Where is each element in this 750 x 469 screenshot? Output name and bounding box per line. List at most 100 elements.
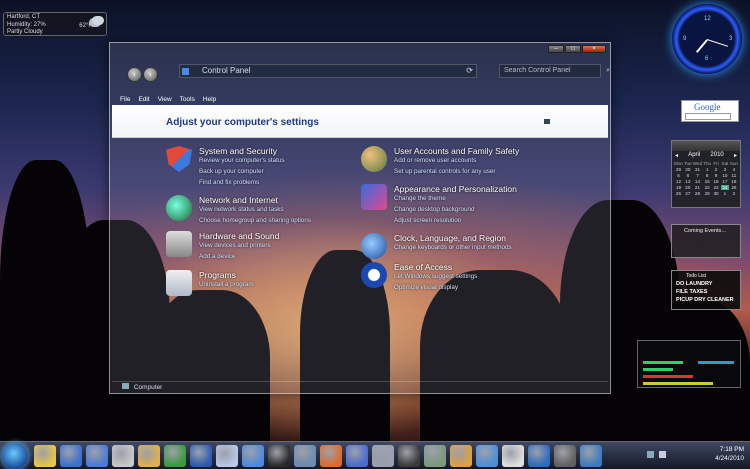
prev-month-icon[interactable]: ◂ bbox=[675, 152, 678, 159]
view-by-icon[interactable] bbox=[544, 119, 550, 124]
taskbar-app-icon[interactable] bbox=[580, 445, 602, 467]
calendar-day[interactable]: 29 bbox=[674, 167, 683, 172]
calendar-day[interactable]: 20 bbox=[684, 185, 692, 190]
menu-help[interactable]: Help bbox=[203, 94, 216, 105]
category-title[interactable]: User Accounts and Family Safety bbox=[394, 146, 519, 156]
calendar-day[interactable]: 19 bbox=[674, 185, 683, 190]
todo-item[interactable]: DO LAUNDRY bbox=[672, 280, 740, 288]
coming-events-gadget[interactable]: Coming Events... bbox=[671, 224, 741, 258]
calendar-day[interactable]: 8 bbox=[703, 173, 711, 178]
calendar-day[interactable]: 13 bbox=[684, 179, 692, 184]
taskbar-app-icon[interactable] bbox=[450, 445, 472, 467]
category-link[interactable]: Change the theme bbox=[394, 195, 446, 202]
category-title[interactable]: Ease of Access bbox=[394, 262, 452, 272]
weather-gadget[interactable]: Hartford, CT Humidity: 27% Partly Cloudy… bbox=[3, 12, 107, 36]
forward-button[interactable]: › bbox=[143, 67, 158, 82]
taskbar-app-icon[interactable] bbox=[34, 445, 56, 467]
calendar-day[interactable]: 12 bbox=[674, 179, 683, 184]
globe-network-icon[interactable] bbox=[166, 195, 192, 221]
calendar-day[interactable]: 26 bbox=[674, 191, 683, 196]
calendar-day[interactable]: 31 bbox=[693, 167, 702, 172]
system-meter-gadget[interactable] bbox=[637, 340, 741, 388]
calendar-day[interactable]: 23 bbox=[712, 185, 720, 190]
appearance-icon[interactable] bbox=[361, 184, 387, 210]
calendar-day[interactable]: 22 bbox=[703, 185, 711, 190]
calendar-day[interactable]: 2 bbox=[712, 167, 720, 172]
taskbar-app-icon[interactable] bbox=[60, 445, 82, 467]
taskbar-app-icon[interactable] bbox=[268, 445, 290, 467]
network-icon[interactable] bbox=[647, 451, 654, 458]
calendar-day[interactable]: 11 bbox=[730, 173, 738, 178]
minimize-button[interactable]: – bbox=[548, 45, 564, 53]
category-link[interactable]: Uninstall a program bbox=[199, 281, 254, 288]
refresh-icon[interactable]: ⟳ bbox=[466, 65, 473, 77]
category-link[interactable]: View devices and printers bbox=[199, 242, 271, 249]
category-title[interactable]: Appearance and Personalization bbox=[394, 184, 517, 194]
category-link[interactable]: Add or remove user accounts bbox=[394, 157, 476, 164]
category-link[interactable]: Find and fix problems bbox=[199, 179, 259, 186]
next-month-icon[interactable]: ▸ bbox=[734, 152, 737, 159]
calendar-day[interactable]: 5 bbox=[674, 173, 683, 178]
calendar-day[interactable]: 2 bbox=[730, 191, 738, 196]
shield-icon[interactable] bbox=[166, 146, 192, 172]
calendar-day[interactable]: 21 bbox=[693, 185, 702, 190]
calendar-day[interactable]: 24 bbox=[720, 185, 729, 190]
category-link[interactable]: Adjust screen resolution bbox=[394, 217, 461, 224]
taskbar-app-icon[interactable] bbox=[190, 445, 212, 467]
taskbar-app-icon[interactable] bbox=[476, 445, 498, 467]
google-search-gadget[interactable]: Google bbox=[681, 100, 739, 122]
printer-icon[interactable] bbox=[166, 231, 192, 257]
google-search-input[interactable] bbox=[685, 113, 731, 120]
calendar-day[interactable]: 10 bbox=[721, 173, 729, 178]
address-path[interactable]: Control Panel bbox=[202, 66, 250, 75]
category-link[interactable]: Choose homegroup and sharing options bbox=[199, 217, 311, 224]
category-link[interactable]: Review your computer's status bbox=[199, 157, 285, 164]
close-button[interactable]: × bbox=[582, 45, 606, 53]
menu-edit[interactable]: Edit bbox=[138, 94, 149, 105]
calendar-day[interactable]: 4 bbox=[730, 167, 738, 172]
calendar-day[interactable]: 6 bbox=[684, 173, 692, 178]
taskbar-app-icon[interactable] bbox=[320, 445, 342, 467]
category-link[interactable]: Add a device bbox=[199, 253, 235, 260]
users-icon[interactable] bbox=[361, 146, 387, 172]
category-title[interactable]: Hardware and Sound bbox=[199, 231, 279, 241]
programs-icon[interactable] bbox=[166, 270, 192, 296]
search-input[interactable]: Search Control Panel ⌕ bbox=[499, 64, 610, 78]
category-title[interactable]: System and Security bbox=[199, 146, 277, 156]
taskbar-app-icon[interactable] bbox=[294, 445, 316, 467]
start-button[interactable] bbox=[2, 443, 28, 469]
category-link[interactable]: Change keyboards or other input methods bbox=[394, 244, 512, 251]
clock-gadget[interactable]: 12 3 6 9 bbox=[672, 4, 742, 74]
back-button[interactable]: ‹ bbox=[127, 67, 142, 82]
menu-view[interactable]: View bbox=[158, 94, 172, 105]
volume-icon[interactable] bbox=[659, 451, 666, 458]
calendar-day[interactable]: 18 bbox=[730, 179, 738, 184]
category-link[interactable]: Change desktop background bbox=[394, 206, 475, 213]
calendar-day[interactable]: 25 bbox=[730, 185, 738, 190]
search-icon[interactable]: ⌕ bbox=[606, 65, 610, 77]
calendar-day[interactable]: 14 bbox=[693, 179, 702, 184]
taskbar-app-icon[interactable] bbox=[528, 445, 550, 467]
address-bar[interactable]: Control Panel ⟳ bbox=[179, 64, 477, 78]
taskbar-app-icon[interactable] bbox=[502, 445, 524, 467]
calendar-day[interactable]: 3 bbox=[721, 167, 729, 172]
taskbar-app-icon[interactable] bbox=[112, 445, 134, 467]
category-link[interactable]: Optimize visual display bbox=[394, 284, 458, 291]
category-link[interactable]: View network status and tasks bbox=[199, 206, 284, 213]
calendar-day[interactable]: 17 bbox=[721, 179, 729, 184]
taskbar-app-icon[interactable] bbox=[216, 445, 238, 467]
taskbar-app-icon[interactable] bbox=[554, 445, 576, 467]
calendar-day[interactable]: 15 bbox=[703, 179, 711, 184]
taskbar-app-icon[interactable] bbox=[372, 445, 394, 467]
calendar-day[interactable]: 7 bbox=[693, 173, 702, 178]
category-title[interactable]: Network and Internet bbox=[199, 195, 278, 205]
taskbar-app-icon[interactable] bbox=[138, 445, 160, 467]
calendar-day[interactable]: 1 bbox=[721, 191, 729, 196]
todo-item[interactable]: FILE TAXES bbox=[672, 288, 740, 296]
calendar-gadget[interactable]: ◂ April 2010 ▸ Mon Tue Wed Thu Fri Sat Sun 29 30… bbox=[671, 140, 741, 208]
ease-of-access-icon[interactable] bbox=[361, 262, 387, 288]
calendar-day[interactable]: 27 bbox=[684, 191, 692, 196]
todo-gadget[interactable]: Todo List DO LAUNDRY FILE TAXES PICUP DR… bbox=[671, 270, 741, 310]
menu-tools[interactable]: Tools bbox=[180, 94, 195, 105]
calendar-day[interactable]: 1 bbox=[703, 167, 711, 172]
